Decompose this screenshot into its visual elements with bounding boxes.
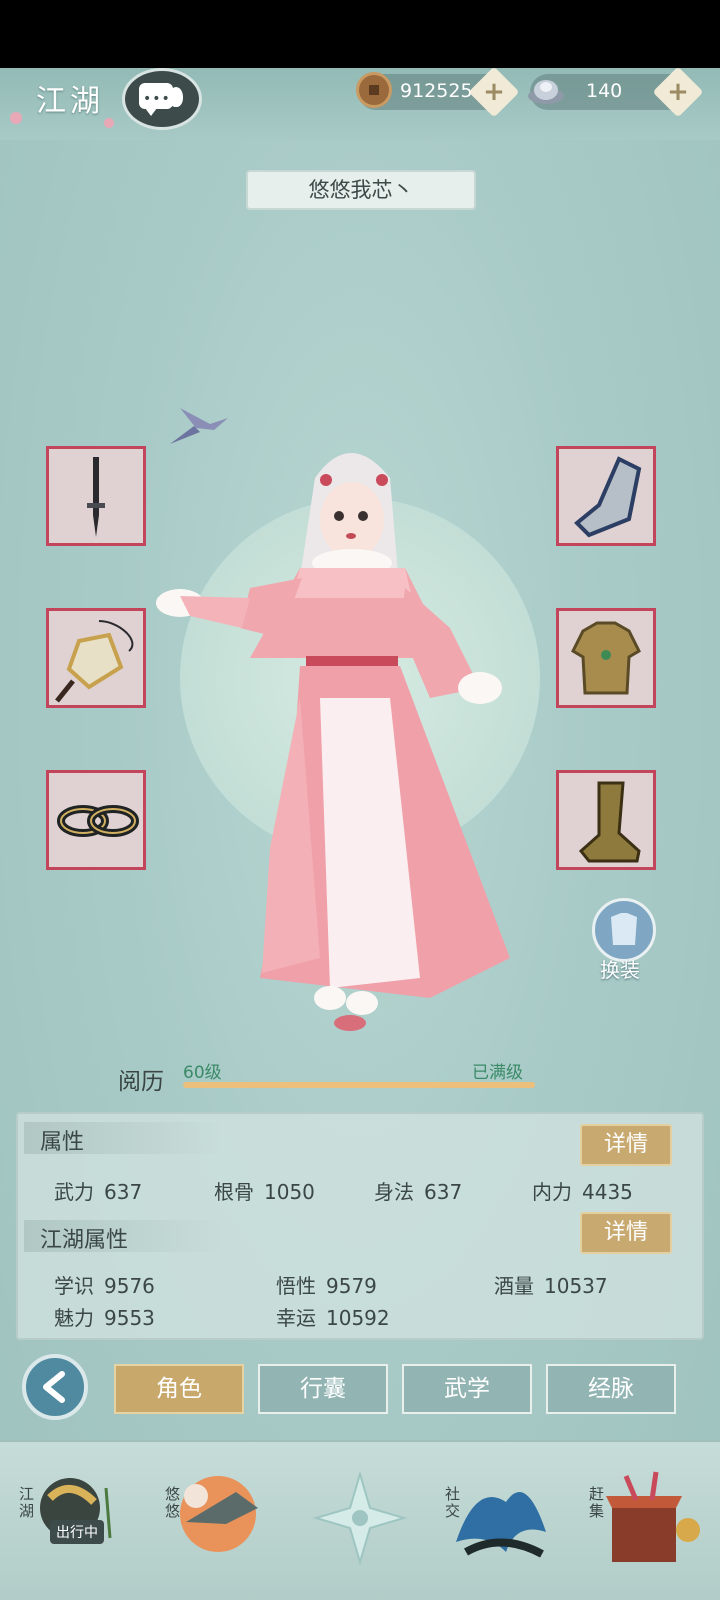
- jianghu-attr-item: 悟性 9579: [276, 1274, 377, 1298]
- outfit-icon: [611, 913, 637, 945]
- nav-item-market[interactable]: 赶集: [580, 1442, 700, 1600]
- change-outfit-button[interactable]: [592, 898, 656, 962]
- bottom-nav: 江湖 出行中 悠悠 社交 赶集: [0, 1440, 720, 1600]
- jianghu-attributes-title: 江湖属性: [40, 1228, 129, 1253]
- jianghu-title[interactable]: 江湖: [36, 76, 104, 120]
- plus-icon: +: [483, 77, 505, 107]
- nav-item-jianghu[interactable]: 江湖 出行中: [10, 1442, 130, 1600]
- nav-item-home[interactable]: [310, 1442, 410, 1600]
- equip-slot-boots[interactable]: [556, 770, 656, 870]
- traveling-badge: 出行中: [50, 1520, 104, 1544]
- jianghu-attr-item: 酒量 10537: [494, 1274, 608, 1298]
- silver-value: 140: [586, 80, 623, 102]
- equip-slot-weapon[interactable]: [46, 446, 146, 546]
- copper-value: 912525: [400, 80, 473, 102]
- back-button[interactable]: [22, 1354, 88, 1420]
- tab-character[interactable]: 角色: [114, 1364, 244, 1414]
- nav-item-social[interactable]: 社交: [436, 1442, 556, 1600]
- jianghu-attributes-detail-button[interactable]: 详情: [580, 1212, 672, 1254]
- chat-button[interactable]: •••: [122, 68, 202, 130]
- jade-pendant-icon: [55, 620, 134, 703]
- boots-icon: [578, 781, 641, 863]
- tab-meridians[interactable]: 经脉: [546, 1364, 676, 1414]
- equip-slot-bracer[interactable]: [556, 446, 656, 546]
- silver-currency: 140 +: [528, 68, 704, 118]
- nav-label-jianghu: 江湖: [17, 1486, 35, 1520]
- market-basket-icon: [606, 1471, 700, 1562]
- copper-currency: 912525 +: [356, 68, 520, 118]
- attr-item: 武力 637: [54, 1180, 143, 1204]
- experience-level: 60级: [183, 1063, 222, 1083]
- gourd-icon: [169, 87, 183, 107]
- jianghu-attr-item: 学识 9576: [54, 1274, 155, 1298]
- character-figure: [156, 408, 510, 1031]
- compass-star-icon: [312, 1470, 408, 1566]
- attr-item: 身法 637: [374, 1180, 463, 1204]
- equip-slot-accessory[interactable]: [46, 770, 146, 870]
- add-copper-button[interactable]: +: [468, 68, 520, 118]
- silver-ingot-icon: [528, 80, 564, 104]
- experience-label: 阅历: [118, 1069, 164, 1095]
- attr-item: 根骨 1050: [214, 1180, 315, 1204]
- attr-item: 内力 4435: [532, 1180, 633, 1204]
- tab-inventory[interactable]: 行囊: [258, 1364, 388, 1414]
- equip-slot-armor[interactable]: [556, 608, 656, 708]
- chat-dots-icon: •••: [143, 91, 171, 107]
- experience-progress-bar: [183, 1082, 535, 1088]
- bracer-icon: [574, 456, 642, 538]
- copper-coin-icon: [356, 72, 392, 108]
- sword-icon: [87, 457, 105, 537]
- nav-label-social: 社交: [443, 1486, 461, 1520]
- back-arrow-icon: [43, 1371, 65, 1403]
- character-name[interactable]: 悠悠我芯丶: [246, 170, 476, 210]
- attributes-panel: 属性 详情 武力 637 根骨 1050 身法 637 内力 4435 江湖属性 详情 …: [16, 1112, 704, 1340]
- plus-icon: +: [667, 77, 689, 107]
- top-bar: 江湖 ••• 912525 + 140 +: [0, 68, 720, 140]
- blossom-decoration: [104, 118, 114, 128]
- equip-slot-ornament[interactable]: [46, 608, 146, 708]
- rings-icon: [57, 805, 139, 837]
- nav-item-profile[interactable]: 悠悠: [156, 1442, 276, 1600]
- attributes-detail-button[interactable]: 详情: [580, 1124, 672, 1166]
- armor-icon: [571, 621, 641, 695]
- tab-martial-arts[interactable]: 武学: [402, 1364, 532, 1414]
- character-screen: 江湖 ••• 912525 + 140 + 悠悠我芯丶 换装 阅历 60级 已满…: [0, 68, 720, 1600]
- jianghu-attr-item: 魅力 9553: [54, 1306, 155, 1330]
- nav-label-market: 赶集: [587, 1486, 605, 1520]
- experience-status: 已满级: [472, 1063, 523, 1083]
- bird-icon: [170, 408, 228, 444]
- add-silver-button[interactable]: +: [652, 68, 704, 118]
- jianghu-attr-item: 幸运 10592: [276, 1306, 390, 1330]
- nav-label-profile: 悠悠: [163, 1486, 181, 1520]
- blossom-decoration: [10, 112, 22, 124]
- change-outfit-label[interactable]: 换装: [600, 954, 640, 983]
- attributes-title: 属性: [40, 1130, 85, 1155]
